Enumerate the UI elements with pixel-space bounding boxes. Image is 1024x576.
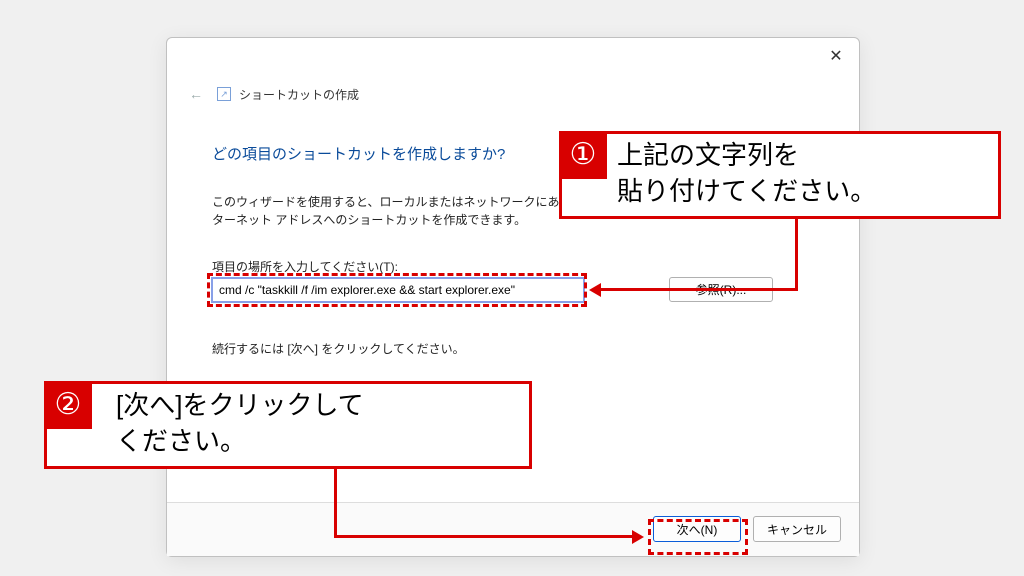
- callout-2-text: [次へ]をクリックして ください。: [116, 387, 364, 460]
- callout-2-arrow-horizontal: [334, 535, 634, 538]
- location-input[interactable]: [212, 278, 584, 302]
- callout-1-arrow-vertical: [795, 219, 798, 291]
- callout-1-line1: 上記の文字列を: [617, 140, 799, 170]
- callout-1-arrow-head-icon: [589, 283, 601, 297]
- callout-1-number: ①: [559, 131, 607, 179]
- dialog-description-line1: このウィザードを使用すると、ローカルまたはネットワークにある: [212, 193, 572, 210]
- callout-2-arrow-vertical: [334, 469, 337, 537]
- continue-instruction: 続行するには [次へ] をクリックしてください。: [212, 340, 465, 357]
- callout-2-number: ②: [44, 381, 92, 429]
- callout-1-arrow-horizontal: [598, 288, 798, 291]
- dialog-title: ショートカットの作成: [239, 86, 359, 103]
- dialog-heading: どの項目のショートカットを作成しますか?: [212, 143, 505, 164]
- close-icon[interactable]: ✕: [827, 48, 845, 66]
- cancel-button[interactable]: キャンセル: [753, 516, 841, 542]
- back-arrow-icon[interactable]: ←: [189, 86, 203, 102]
- callout-2-arrow-head-icon: [632, 530, 644, 544]
- shortcut-app-icon: ↗: [217, 87, 231, 101]
- callout-1-text: 上記の文字列を 貼り付けてください。: [617, 137, 876, 210]
- location-input-label: 項目の場所を入力してください(T):: [212, 258, 398, 275]
- callout-1-line2: 貼り付けてください。: [617, 176, 876, 206]
- create-shortcut-dialog: ✕ ← ↗ ショートカットの作成 どの項目のショートカットを作成しますか? この…: [166, 37, 860, 557]
- callout-2-line1: [次へ]をクリックして: [116, 390, 364, 420]
- next-button[interactable]: 次へ(N): [653, 516, 741, 542]
- dialog-button-bar: 次へ(N) キャンセル: [167, 502, 859, 556]
- dialog-description-line2: ターネット アドレスへのショートカットを作成できます。: [212, 211, 526, 228]
- callout-2-line2: ください。: [116, 426, 246, 456]
